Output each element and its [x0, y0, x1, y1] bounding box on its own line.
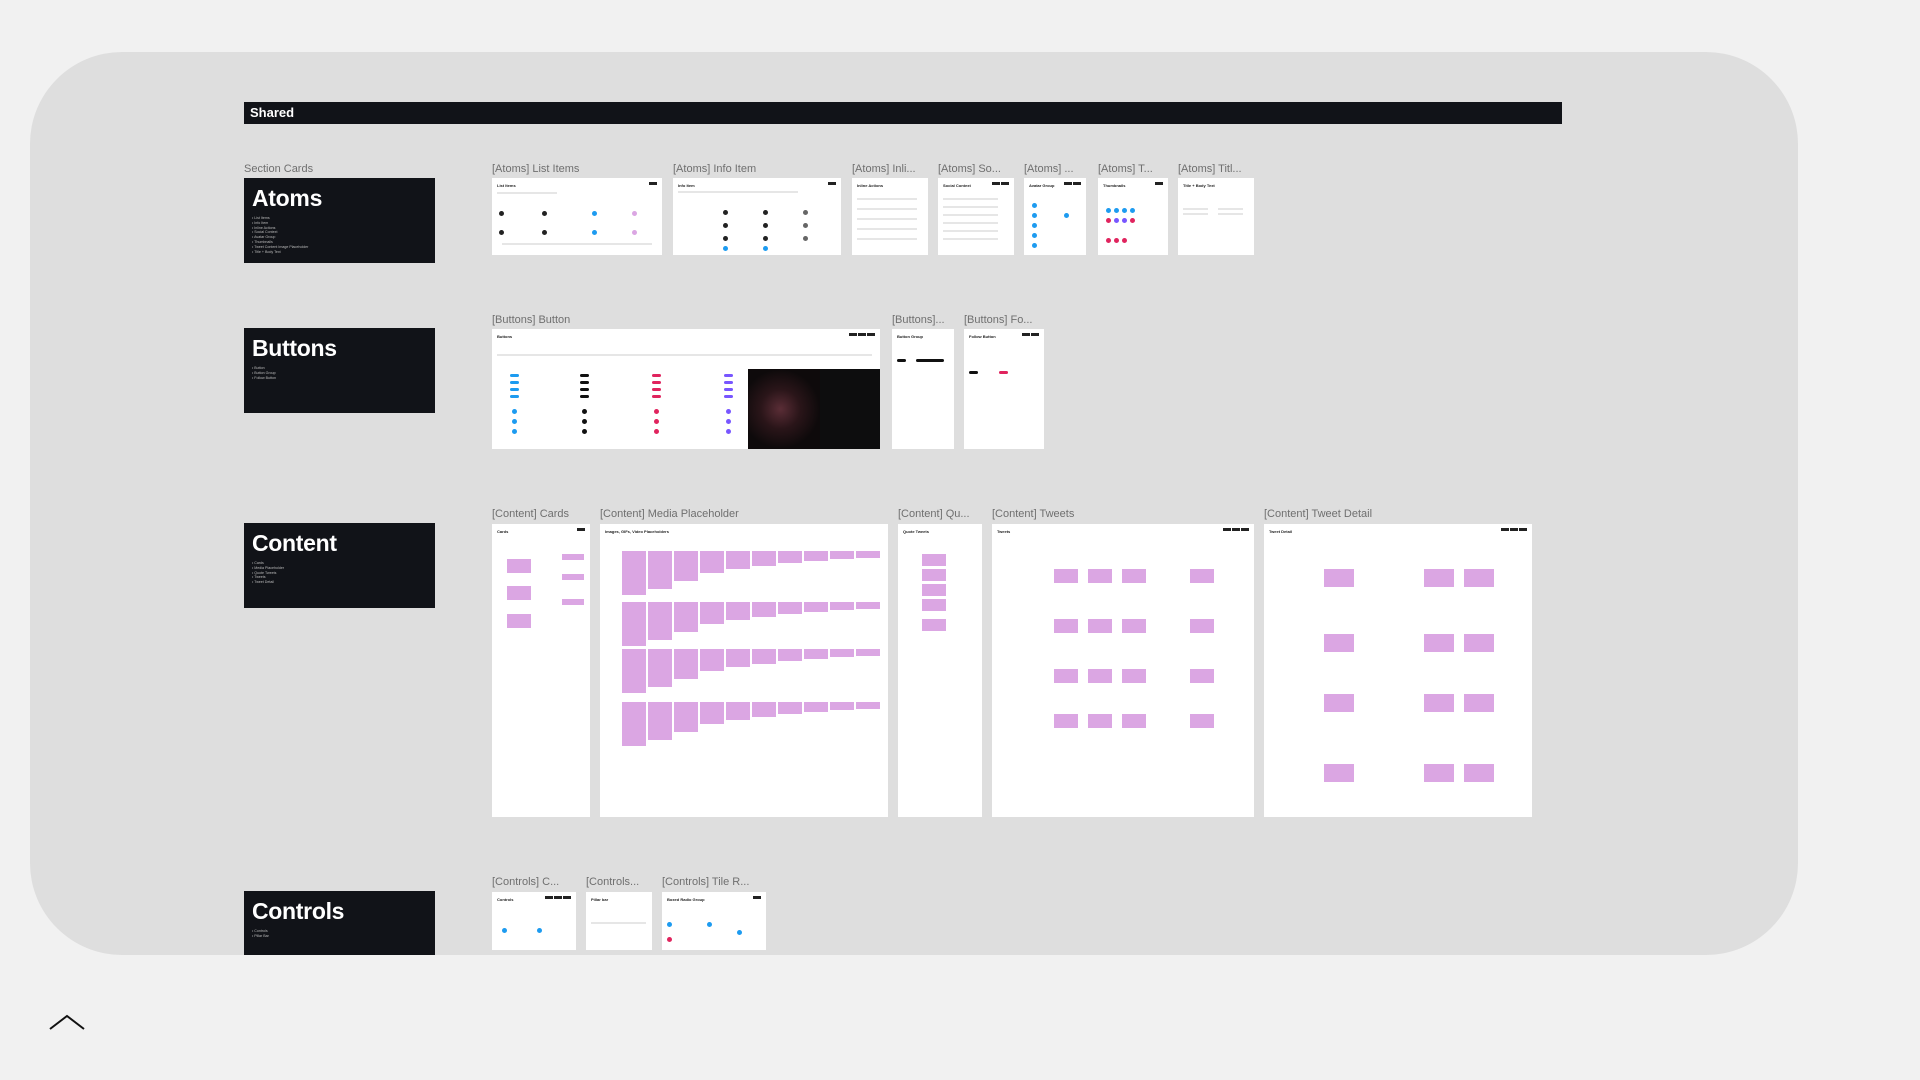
frame-button-group[interactable]: Button Group — [892, 329, 954, 449]
frame-tile-radio-group[interactable]: Boxed Radio Group — [662, 892, 766, 950]
frame-cards[interactable]: Cards — [492, 524, 590, 817]
frame-label: [Buttons] Button — [492, 314, 571, 326]
frame-label: [Content] Cards — [492, 508, 570, 520]
frame-social-context[interactable]: Social Context — [938, 178, 1014, 255]
frame-inline-actions[interactable]: Inline Actions — [852, 178, 928, 255]
frame-label: [Atoms] ... — [1024, 163, 1074, 175]
frame-label: [Controls] Tile R... — [662, 876, 750, 888]
section-card-atoms[interactable]: Atoms List ItemsInfo ItemInline ActionsS… — [244, 178, 435, 263]
frame-media-placeholder[interactable]: Images, GIFs, Video Placeholders — [600, 524, 888, 817]
section-title: Atoms — [252, 185, 323, 211]
section-item-list: List ItemsInfo ItemInline ActionsSocial … — [252, 216, 427, 254]
section-title: Controls — [252, 898, 345, 924]
chevron-up-icon[interactable] — [47, 1012, 87, 1032]
frame-label: [Buttons] Fo... — [964, 314, 1033, 326]
frame-label: [Atoms] Info Item — [673, 163, 757, 175]
frame-label: [Atoms] List Items — [492, 163, 580, 175]
section-cards-label: Section Cards — [244, 163, 314, 175]
frame-label: [Atoms] Inli... — [852, 163, 916, 175]
design-canvas[interactable]: Shared Section Cards Atoms List ItemsInf… — [30, 52, 1798, 955]
frame-label: [Atoms] Titl... — [1178, 163, 1242, 175]
frame-list-items[interactable]: List Items — [492, 178, 662, 255]
shared-header[interactable]: Shared — [244, 102, 1562, 124]
frame-label: [Content] Tweets — [992, 508, 1075, 520]
frame-follow-button[interactable]: Follow Button — [964, 329, 1044, 449]
frame-pillar-bar[interactable]: Pillar bar — [586, 892, 652, 950]
section-item-list: ButtonButton GroupFollow Button — [252, 366, 427, 380]
preview-image — [748, 369, 820, 449]
section-title: Buttons — [252, 335, 337, 361]
frame-label: [Controls] C... — [492, 876, 560, 888]
section-item-list: CardsMedia PlaceholderQuote TweetsTweets… — [252, 561, 427, 585]
section-item-list: ControlsPillar Bar — [252, 929, 427, 939]
frame-buttons[interactable]: Buttons — [492, 329, 880, 449]
frame-tweet-detail[interactable]: Tweet Detail — [1264, 524, 1532, 817]
frame-tweets[interactable]: Tweets — [992, 524, 1254, 817]
frame-controls[interactable]: Controls — [492, 892, 576, 950]
frame-info-item[interactable]: Info Item — [673, 178, 841, 255]
frame-label: [Controls... — [586, 876, 640, 888]
frame-label: [Atoms] So... — [938, 163, 1001, 175]
section-card-controls[interactable]: Controls ControlsPillar Bar — [244, 891, 435, 955]
frame-label: [Content] Media Placeholder — [600, 508, 739, 520]
section-card-content[interactable]: Content CardsMedia PlaceholderQuote Twee… — [244, 523, 435, 608]
frame-label: [Atoms] T... — [1098, 163, 1153, 175]
section-card-buttons[interactable]: Buttons ButtonButton GroupFollow Button — [244, 328, 435, 413]
frame-label: [Content] Tweet Detail — [1264, 508, 1373, 520]
frame-title-body-text[interactable]: Title + Body Text — [1178, 178, 1254, 255]
frame-label: [Content] Qu... — [898, 508, 970, 520]
frame-avatar-group[interactable]: Avatar Group — [1024, 178, 1086, 255]
frame-thumbnails[interactable]: Thumbnails — [1098, 178, 1168, 255]
frame-label: [Buttons]... — [892, 314, 945, 326]
section-title: Content — [252, 530, 337, 556]
frame-quote-tweets[interactable]: Quote Tweets — [898, 524, 982, 817]
